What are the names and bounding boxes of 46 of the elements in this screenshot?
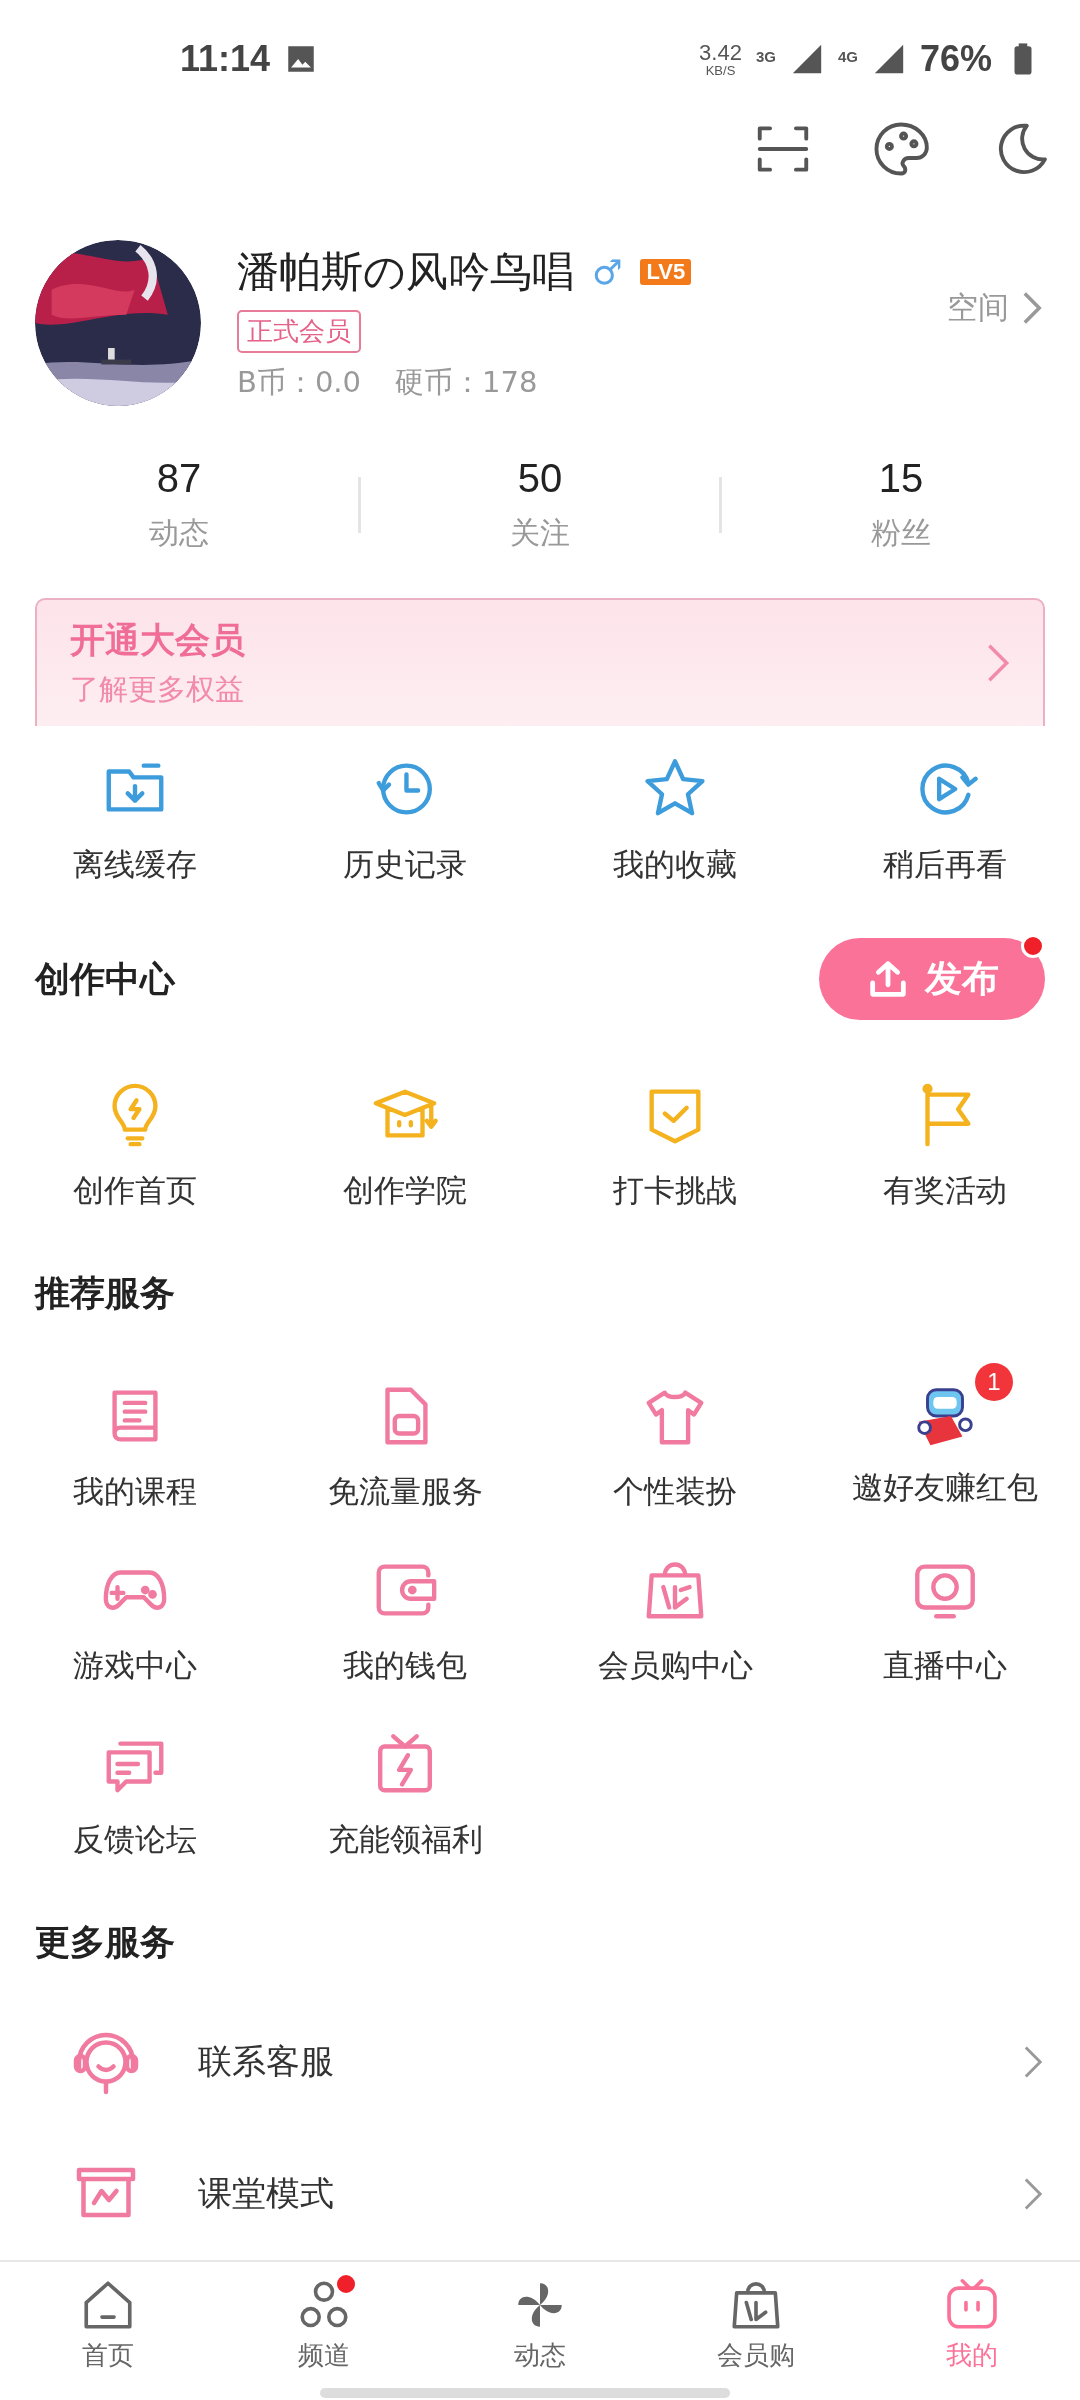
nav-tab[interactable]: 会员购 bbox=[648, 2262, 864, 2400]
network-speed: 3.42 KB/S bbox=[699, 41, 742, 77]
menu-item[interactable]: 离线缓存 bbox=[0, 734, 270, 908]
nav-tab[interactable]: 动态 bbox=[432, 2262, 648, 2400]
menu-item[interactable]: 充能领福利 bbox=[270, 1709, 540, 1883]
gender-symbol: ♂ bbox=[592, 251, 623, 292]
vip-title: 开通大会员 bbox=[70, 618, 246, 662]
section-title: 创作中心 bbox=[35, 957, 175, 1001]
menu-item[interactable]: 稍后再看 bbox=[810, 734, 1080, 908]
service-row[interactable]: 联系客服 bbox=[0, 1996, 1080, 2128]
coin-count: 硬币：178 bbox=[395, 363, 538, 401]
stat-label: 粉丝 bbox=[871, 514, 931, 553]
section-title: 更多服务 bbox=[35, 1921, 175, 1964]
menu-item[interactable]: 直播中心 bbox=[810, 1535, 1080, 1709]
menu-item[interactable]: 我的课程 bbox=[0, 1361, 270, 1535]
stat-value[interactable]: 87 bbox=[156, 456, 202, 502]
user-name: 潘帕斯の风吟鸟唱 bbox=[237, 245, 574, 298]
level-badge: LV5 bbox=[640, 258, 692, 285]
network-type: 4G bbox=[837, 48, 858, 65]
menu-item[interactable]: 我的收藏 bbox=[540, 734, 810, 908]
menu-item[interactable]: 历史记录 bbox=[270, 734, 540, 908]
b-coin-count: B币：0.0 bbox=[237, 363, 361, 401]
menu-item[interactable]: 会员购中心 bbox=[540, 1535, 810, 1709]
section-title: 推荐服务 bbox=[35, 1272, 175, 1315]
service-row[interactable]: 课堂模式 bbox=[0, 2128, 1080, 2260]
stat-value[interactable]: 50 bbox=[517, 456, 563, 502]
menu-item[interactable]: 创作学院 bbox=[270, 1060, 540, 1234]
stat-value[interactable]: 15 bbox=[878, 456, 924, 502]
nav-tab[interactable]: 首页 bbox=[0, 2262, 216, 2400]
vip-subtitle: 了解更多权益 bbox=[70, 670, 245, 708]
menu-item[interactable]: 邀好友赚红包 1 bbox=[810, 1361, 1080, 1535]
status-time: 11:14 bbox=[180, 38, 271, 81]
menu-item[interactable]: 我的钱包 bbox=[270, 1535, 540, 1709]
menu-item[interactable]: 免流量服务 bbox=[270, 1361, 540, 1535]
stat-label: 关注 bbox=[510, 514, 570, 553]
menu-item[interactable]: 反馈论坛 bbox=[0, 1709, 270, 1883]
menu-item[interactable]: 有奖活动 bbox=[810, 1060, 1080, 1234]
stat-label: 动态 bbox=[149, 514, 209, 553]
battery-percent: 76% bbox=[919, 38, 992, 81]
menu-item[interactable]: 游戏中心 bbox=[0, 1535, 270, 1709]
menu-item[interactable]: 个性装扮 bbox=[540, 1361, 810, 1535]
member-tag: 正式会员 bbox=[237, 309, 361, 353]
notification-badge: 1 bbox=[975, 1363, 1013, 1401]
menu-item[interactable]: 打卡挑战 bbox=[540, 1060, 810, 1234]
network-type: 3G bbox=[755, 48, 776, 65]
menu-item[interactable]: 创作首页 bbox=[0, 1060, 270, 1234]
